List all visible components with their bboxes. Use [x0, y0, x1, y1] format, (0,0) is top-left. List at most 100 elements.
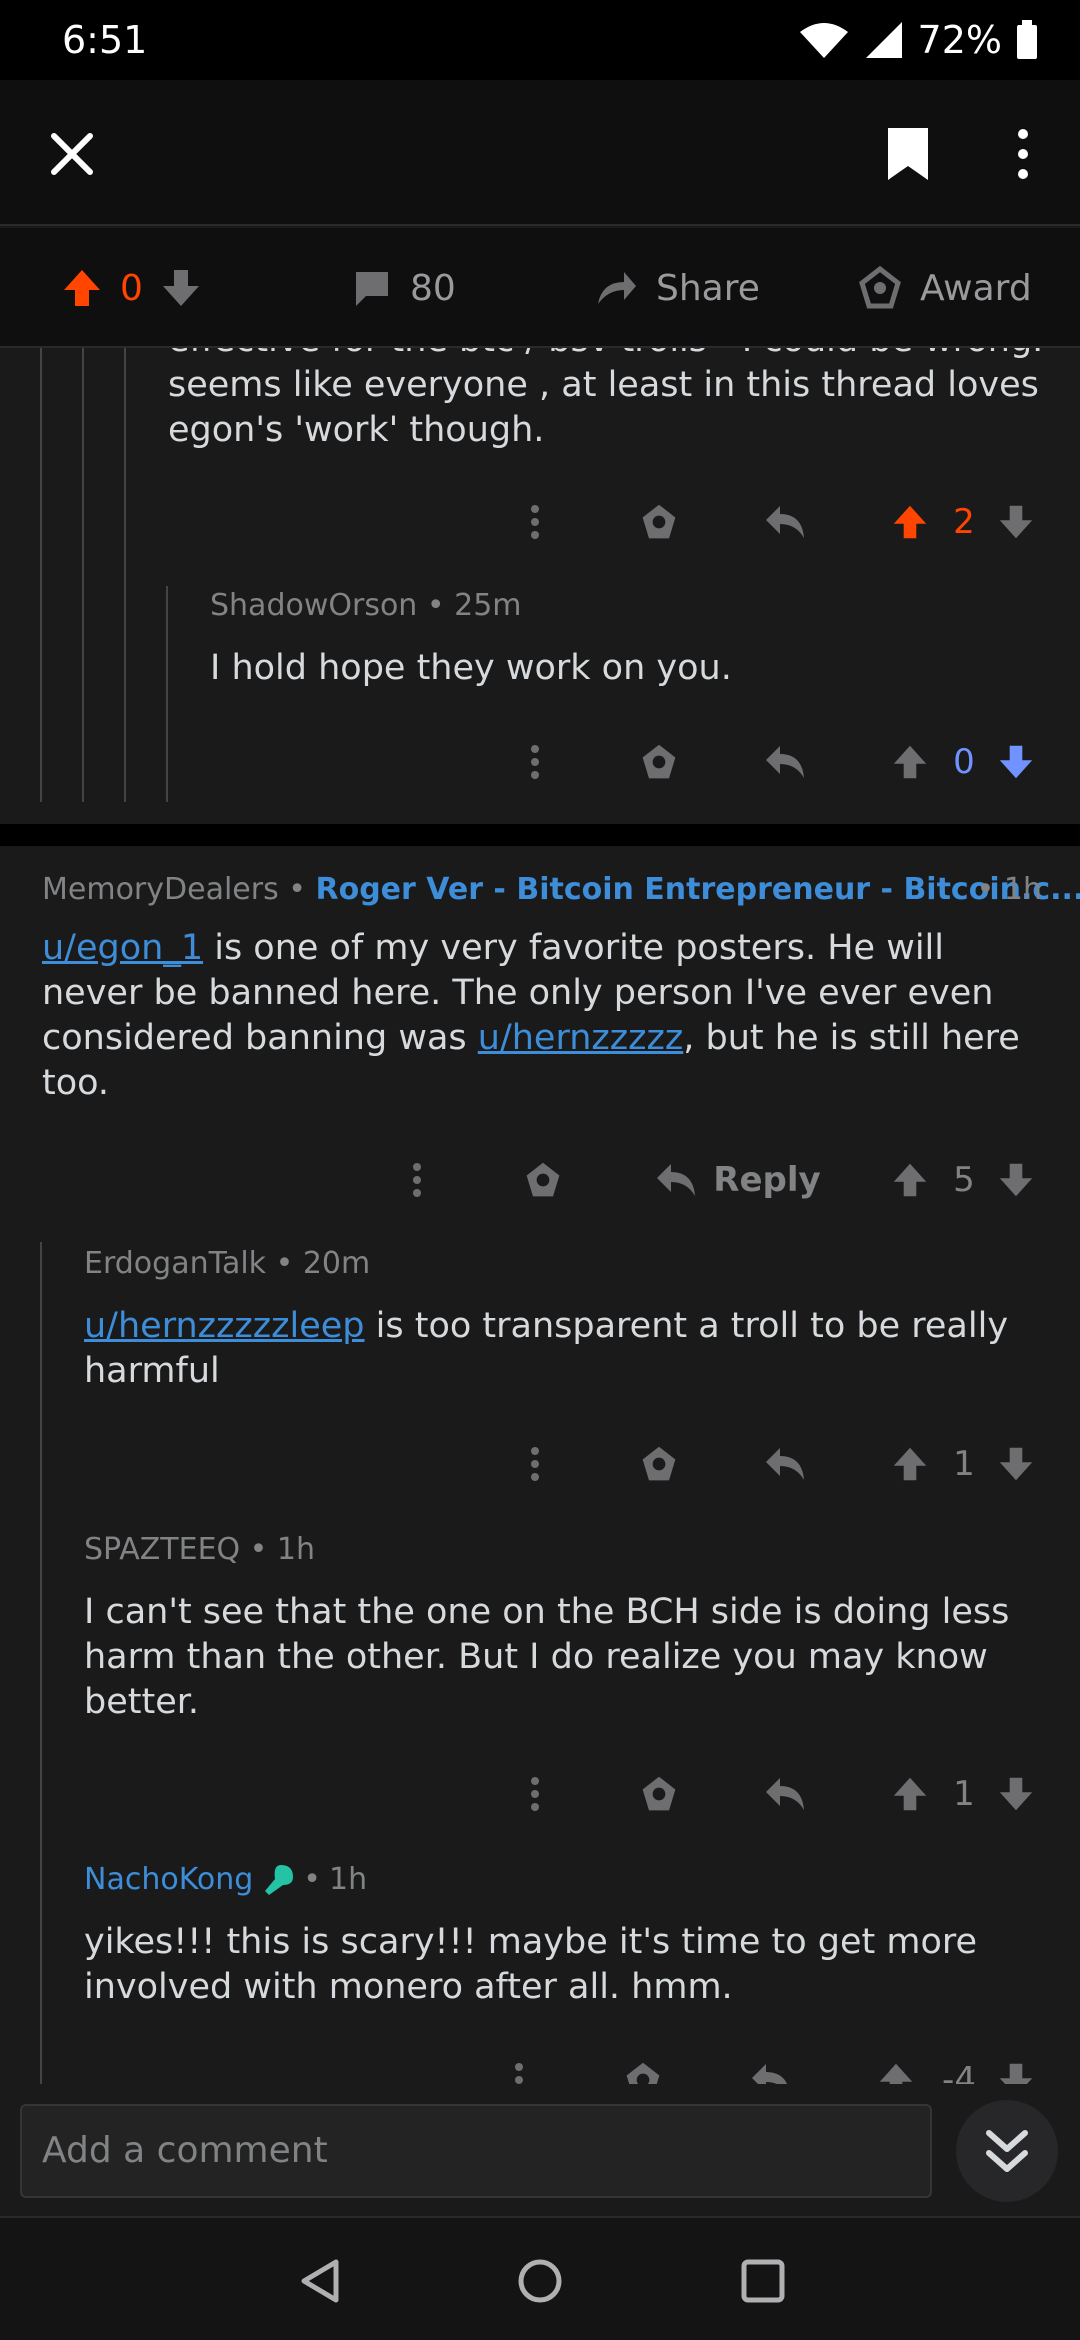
- more-options-icon[interactable]: [1008, 126, 1038, 182]
- author-name[interactable]: MemoryDealers: [42, 872, 279, 907]
- bookmark-icon[interactable]: [884, 126, 932, 182]
- more-options-icon[interactable]: [520, 492, 550, 552]
- comment-actions: 0: [0, 732, 1080, 792]
- upvote-icon[interactable]: [890, 1764, 930, 1824]
- comment-actions: 1: [0, 1434, 1080, 1494]
- comment-score: 1: [953, 1444, 975, 1484]
- share-label: Share: [656, 267, 760, 309]
- battery-percent: 72%: [917, 18, 1002, 62]
- thread-line: [40, 1242, 42, 2084]
- comment-meta: MemoryDealers • Roger Ver - Bitcoin Entr…: [42, 872, 1080, 907]
- comment-time: 25m: [454, 588, 522, 623]
- downvote-icon[interactable]: [996, 1764, 1036, 1824]
- user-link[interactable]: u/hernzzzzzleep: [84, 1306, 365, 1346]
- comment-bubble-icon: [356, 272, 388, 306]
- award-icon[interactable]: [518, 1150, 568, 1210]
- post-action-bar: 0 80 Share Award: [0, 228, 1080, 348]
- upvote-icon[interactable]: [890, 1434, 930, 1494]
- award-icon[interactable]: [634, 492, 684, 552]
- comment-score: -4: [942, 2060, 976, 2084]
- post-vote-group: 0: [62, 258, 201, 318]
- downvote-icon[interactable]: [996, 1150, 1036, 1210]
- wifi-icon: [799, 23, 848, 58]
- award-icon[interactable]: [634, 1764, 684, 1824]
- close-icon[interactable]: [48, 130, 96, 178]
- comment-time: 20m: [302, 1246, 371, 1281]
- back-icon[interactable]: [296, 2256, 346, 2306]
- comment-actions: -4: [0, 2050, 1080, 2084]
- author-name[interactable]: SPAZTEEQ: [84, 1532, 240, 1567]
- comment-meta: ErdoganTalk • 20m: [84, 1246, 371, 1281]
- reply-icon[interactable]: [760, 1434, 810, 1494]
- upvote-icon[interactable]: [890, 492, 930, 552]
- reply-label: Reply: [713, 1160, 821, 1200]
- upvote-icon[interactable]: [62, 268, 102, 308]
- reply-icon[interactable]: [760, 492, 810, 552]
- comments-button[interactable]: 80: [352, 258, 456, 318]
- user-link[interactable]: u/hernzzzzz: [478, 1018, 684, 1058]
- reply-icon[interactable]: [746, 2050, 796, 2084]
- upvote-icon[interactable]: [876, 2050, 916, 2084]
- comment-meta: NachoKong • 1h: [84, 1862, 368, 1897]
- comment-body: effective for the btc / bsv trolls - I c…: [168, 348, 1043, 450]
- downvote-icon[interactable]: [996, 2050, 1036, 2084]
- comment-time: 1h: [328, 1862, 368, 1897]
- home-icon[interactable]: [515, 2256, 565, 2306]
- author-name[interactable]: ErdoganTalk: [84, 1246, 266, 1281]
- jump-to-next-button[interactable]: [956, 2100, 1058, 2202]
- downvote-icon[interactable]: [996, 492, 1036, 552]
- comment-score: 0: [953, 742, 975, 782]
- post-score: 0: [120, 267, 143, 309]
- comment-body: u/hernzzzzzleep is too transparent a tro…: [84, 1306, 1009, 1391]
- reply-icon[interactable]: [760, 1764, 810, 1824]
- more-options-icon[interactable]: [504, 2050, 534, 2084]
- upvote-icon[interactable]: [890, 732, 930, 792]
- reply-icon: [657, 1164, 696, 1196]
- author-name[interactable]: ShadowOrson: [210, 588, 417, 623]
- comment-time: 1h: [1003, 872, 1042, 907]
- more-options-icon[interactable]: [520, 732, 550, 792]
- user-flair: Roger Ver - Bitcoin Entrepreneur - Bitco…: [315, 872, 1080, 907]
- signal-icon: [865, 22, 902, 58]
- comment-body: I hold hope they work on you.: [210, 648, 732, 688]
- reply-button[interactable]: Reply: [648, 1150, 828, 1210]
- share-icon: [598, 272, 636, 304]
- more-options-icon[interactable]: [520, 1764, 550, 1824]
- add-comment-input[interactable]: Add a comment: [20, 2104, 932, 2198]
- award-icon[interactable]: [634, 1434, 684, 1494]
- top-app-bar: [0, 80, 1080, 226]
- author-name[interactable]: NachoKong: [84, 1862, 253, 1897]
- award-button[interactable]: Award: [858, 258, 1032, 318]
- downvote-icon[interactable]: [161, 268, 201, 308]
- mod-icon: [265, 1864, 294, 1895]
- status-bar: 6:51 72%: [0, 0, 1080, 80]
- award-label: Award: [920, 267, 1032, 309]
- thread-divider: [0, 824, 1080, 846]
- more-options-icon[interactable]: [520, 1434, 550, 1494]
- downvote-icon[interactable]: [996, 732, 1036, 792]
- award-icon: [859, 266, 901, 309]
- downvote-icon[interactable]: [996, 1434, 1036, 1494]
- battery-icon: [1017, 20, 1037, 59]
- award-icon[interactable]: [618, 2050, 668, 2084]
- upvote-icon[interactable]: [890, 1150, 930, 1210]
- comment-score: 2: [953, 502, 975, 542]
- double-chevron-down-icon: [986, 2130, 1028, 2172]
- more-options-icon[interactable]: [402, 1150, 432, 1210]
- comment-composer-bar: Add a comment: [0, 2084, 1080, 2216]
- comment-score: 1: [953, 1774, 975, 1814]
- comment-actions: 1: [0, 1764, 1080, 1824]
- comment-actions: 2: [0, 492, 1080, 552]
- comments-count: 80: [410, 267, 456, 309]
- award-icon[interactable]: [634, 732, 684, 792]
- comment-meta: SPAZTEEQ • 1h: [84, 1532, 316, 1567]
- status-time: 6:51: [62, 18, 148, 62]
- recents-icon[interactable]: [738, 2256, 788, 2306]
- share-button[interactable]: Share: [594, 258, 760, 318]
- comment-time: 1h: [276, 1532, 316, 1567]
- system-nav-bar: [0, 2216, 1080, 2340]
- comment-feed[interactable]: effective for the btc / bsv trolls - I c…: [0, 348, 1080, 2084]
- user-link[interactable]: u/egon_1: [42, 928, 203, 968]
- comment-score: 5: [953, 1160, 975, 1200]
- reply-icon[interactable]: [760, 732, 810, 792]
